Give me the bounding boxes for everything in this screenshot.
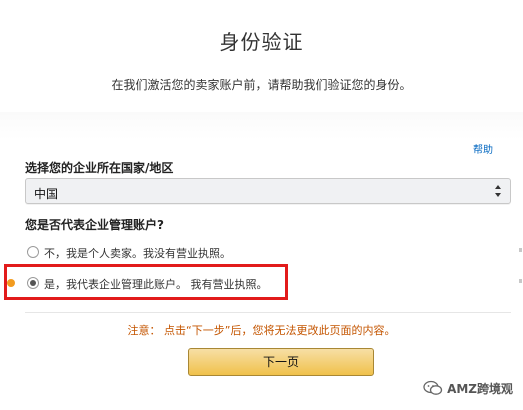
watermark: AMZ跨境观 xyxy=(423,378,513,398)
next-page-button[interactable]: 下一页 xyxy=(188,348,374,376)
notice-text: 注意： 点击“下一步”后，您将无法更改此页面的内容。 xyxy=(127,324,396,337)
watermark-text: AMZ跨境观 xyxy=(447,381,513,396)
section-divider-band xyxy=(0,112,523,140)
country-select[interactable]: 中国 xyxy=(25,178,511,204)
highlight-annotation-box xyxy=(4,264,288,300)
annotation-dot-icon xyxy=(7,279,15,287)
radio-label-individual: 不，我是个人卖家。我没有营业执照。 xyxy=(44,247,231,260)
select-arrows-icon xyxy=(495,185,501,197)
divider xyxy=(25,312,511,313)
wechat-icon xyxy=(423,380,443,395)
page-subtitle: 在我们激活您的卖家账户前，请帮助我们验证您的身份。 xyxy=(111,78,412,92)
radio-button-individual[interactable] xyxy=(27,246,39,258)
page-title: 身份验证 xyxy=(219,30,304,54)
edge-marker xyxy=(519,248,522,252)
edge-marker xyxy=(519,279,522,283)
country-label: 选择您的企业所在国家/地区 xyxy=(25,161,174,175)
business-question-label: 您是否代表企业管理账户? xyxy=(25,218,164,232)
help-link[interactable]: 帮助 xyxy=(473,141,493,156)
country-select-value: 中国 xyxy=(34,187,59,201)
